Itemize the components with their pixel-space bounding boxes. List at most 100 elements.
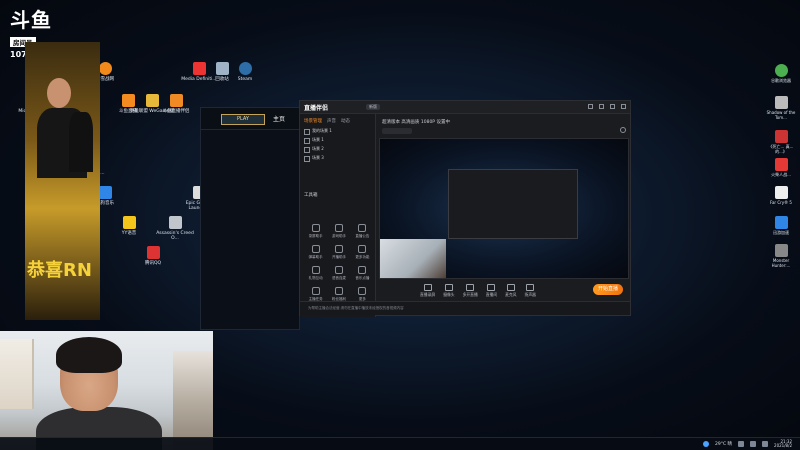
tool-icon [311,287,320,295]
app-titlebar: 直播伴侣 新版 [300,101,630,114]
game-client-window[interactable]: PLAY 主页 [200,107,300,330]
game-client-topbar: PLAY 主页 [201,108,299,130]
camera-button[interactable]: 摄像头 [443,284,455,298]
maximize-icon[interactable] [610,104,615,109]
microphone-button[interactable]: 麦克风 [505,284,517,298]
tool-icon [334,266,343,274]
clock[interactable]: 21:32 2021/8/2 [774,439,792,448]
desktop-icon-game-b[interactable]: 火柴人战... [766,158,796,178]
tab-scenes[interactable]: 场景管理 [304,118,322,124]
go-live-button[interactable]: 开始直播 [593,284,623,295]
desktop-icon-steam[interactable]: Steam [222,62,268,82]
desktop-icon-farcry[interactable]: Far Cry® 5 [766,186,796,206]
preview-title: 超清版本 高清画质 1080P 设置中 [382,120,450,125]
live-preview[interactable] [379,138,629,279]
tab-home[interactable]: 主页 [273,114,285,123]
banner-text: 恭喜RN [27,260,92,281]
window-controls [588,104,626,109]
settings-icon[interactable] [588,104,593,109]
monster-hunter-icon [774,244,788,257]
tool-button[interactable]: 语音连麦 [327,266,350,281]
volume-icon[interactable] [750,441,757,448]
tool-icon [358,266,367,274]
tool-icon [311,224,320,232]
app-logo: 直播伴侣 [304,105,329,112]
tomb-raider-icon [774,96,788,109]
streaming-app-window[interactable]: 直播伴侣 新版 场景管理 声音 动态 我的场景 1 场景 1 场景 2 场景 3… [299,100,631,317]
tool-button[interactable]: 音乐点播 [351,266,374,281]
tool-icon [358,224,367,232]
desktop-icon-douyu-companion[interactable]: 斗鱼直播伴侣 [153,94,199,114]
tool-icon [334,224,343,232]
status-text: 为帮助主播合法经营,请勿在直播中播放未经授权的音视频内容 [308,306,404,310]
play-button[interactable]: PLAY [221,114,265,125]
kugou-icon [98,186,112,199]
room-icon [487,284,496,291]
taskbar: 29°C 晴 21:32 2021/8/2 [0,437,800,450]
multi-stream-button[interactable]: 多开直播 [463,284,478,298]
desktop-icon-qq[interactable]: 腾讯QQ [130,246,176,266]
desktop-icon-yy[interactable]: YY语音 [106,216,152,236]
network-icon[interactable] [738,441,745,448]
toolbox-heading: 工具箱 [304,193,318,198]
tab-dynamic[interactable]: 动态 [341,118,350,124]
tool-button[interactable]: 更多功能 [351,245,374,260]
tool-button[interactable]: 直播公告 [351,224,374,239]
tab-audio[interactable]: 声音 [327,118,336,124]
desktop-icon-monster-hunter[interactable]: Monster Hunter:... [766,244,796,268]
companion-icon [169,94,183,107]
tool-button[interactable]: 游戏助手 [327,224,350,239]
tool-button[interactable]: 录屏助手 [304,224,327,239]
scene-item[interactable]: 场景 1 [300,135,375,144]
qq-icon [146,246,160,259]
minimize-icon[interactable] [599,104,604,109]
desktop-icon-assassins[interactable]: Assassin's Creed O... [152,216,198,241]
weather-icon[interactable] [702,441,709,448]
scene-item[interactable]: 场景 2 [300,144,375,153]
brand-logo: 斗鱼 [10,8,52,32]
tool-button[interactable]: 更多 [351,287,374,302]
scene-item[interactable]: 场景 3 [300,153,375,162]
game-icon [774,158,788,171]
tool-icon [311,266,320,274]
game-icon [774,130,788,143]
tool-button[interactable]: 开播助手 [327,245,350,260]
camera-icon [444,284,453,291]
version-badge: 新版 [366,104,380,110]
tool-button[interactable]: 粉丝福利 [327,287,350,302]
weather-text[interactable]: 29°C 晴 [715,441,732,447]
nested-window-preview [448,169,578,239]
tool-icon [334,287,343,295]
scene-panel: 场景管理 声音 动态 我的场景 1 场景 1 场景 2 场景 3 工具箱 录屏助… [300,114,376,317]
tool-button[interactable]: 主播任务 [304,287,327,302]
desktop-icon-tomb-raider[interactable]: Shadow of the Tom... [766,96,796,120]
scene-tabs: 场景管理 声音 动态 [300,114,375,126]
bottom-toolbar: 直播录屏 摄像头 多开直播 直播间 麦克风 扬声器 [376,279,630,303]
desktop-icon-game-a[interactable]: 《死亡... 真... 的...》 [766,130,796,154]
scene-item[interactable]: 我的场景 1 [300,126,375,135]
tool-icon [358,245,367,253]
close-icon[interactable] [621,104,626,109]
speaker-button[interactable]: 扬声器 [525,284,536,298]
tool-icon [311,245,320,253]
xunyou-icon [774,216,788,229]
assassins-icon [168,216,182,229]
tool-button[interactable]: 礼物互动 [304,266,327,281]
system-tray: 29°C 晴 21:32 2021/8/2 [702,439,792,448]
desktop-icon-chrome[interactable]: 谷歌浏览器 [766,64,796,84]
gear-icon[interactable] [620,127,626,133]
screen-record-button[interactable]: 直播录屏 [420,284,435,298]
desktop-icon-xunyou[interactable]: 迅游加速 [766,216,796,236]
quality-select[interactable] [382,128,412,134]
chrome-icon [774,64,788,77]
record-icon [423,284,432,291]
tool-button[interactable]: 弹幕助手 [304,245,327,260]
ime-icon[interactable] [762,441,769,448]
webcam-overlay [0,331,213,450]
room-button[interactable]: 直播间 [486,284,497,298]
esports-banner: 恭喜RN [25,42,100,320]
multi-icon [466,284,475,291]
tool-icon [358,287,367,295]
status-strip: 为帮助主播合法经营,请勿在直播中播放未经授权的音视频内容 [300,301,630,315]
bookshelf [0,339,34,409]
